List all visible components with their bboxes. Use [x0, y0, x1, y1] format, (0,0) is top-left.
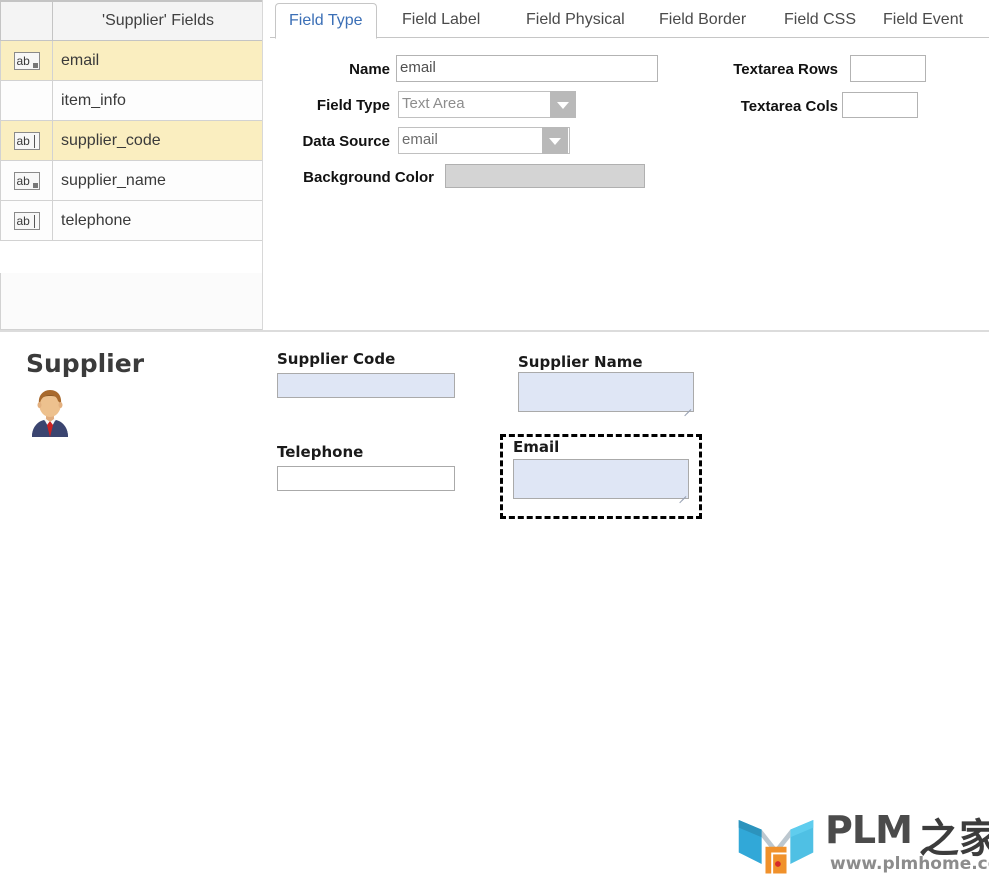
- textfield-icon: ab: [13, 131, 40, 150]
- fields-list-empty-area: [0, 273, 263, 330]
- field-name-email[interactable]: email: [52, 40, 264, 81]
- textarea-cols-label: Textarea Cols: [740, 98, 838, 115]
- watermark-text: PLM: [825, 808, 913, 852]
- watermark-url: www.plmhome.com: [830, 854, 989, 874]
- textarea-icon: ab: [13, 171, 40, 190]
- table-row[interactable]: ab supplier_code: [0, 120, 264, 161]
- data-source-label: Data Source: [302, 133, 390, 150]
- table-row[interactable]: item_info: [0, 80, 264, 121]
- column-header-name: 'Supplier' Fields: [52, 0, 264, 41]
- table-row[interactable]: ab supplier_name: [0, 160, 264, 201]
- fields-table-header-row: 'Supplier' Fields: [0, 0, 264, 41]
- tab-field-type[interactable]: Field Type: [275, 3, 377, 39]
- tab-field-border[interactable]: Field Border: [646, 3, 759, 39]
- row-icon-cell: ab: [0, 120, 53, 161]
- supplier-fields-panel: 'Supplier' Fields ab email item_info ab: [0, 0, 270, 331]
- field-type-tab-content: Name email Field Type Text Area Data Sou…: [270, 38, 989, 330]
- table-row[interactable]: ab email: [0, 40, 264, 81]
- fields-table: 'Supplier' Fields ab email item_info ab: [0, 0, 264, 241]
- preview-label-supplier-code: Supplier Code: [277, 350, 396, 368]
- row-icon-cell: [0, 80, 53, 121]
- plm-home-watermark-logo: PLM 之家 www.plmhome.com: [733, 806, 989, 882]
- tab-field-label[interactable]: Field Label: [389, 3, 493, 39]
- row-icon-cell: ab: [0, 160, 53, 201]
- tab-field-physical[interactable]: Field Physical: [513, 3, 638, 39]
- name-label: Name: [349, 61, 390, 78]
- field-name-supplier-name[interactable]: supplier_name: [52, 160, 264, 201]
- field-name-telephone[interactable]: telephone: [52, 200, 264, 241]
- resize-handle-icon[interactable]: [681, 400, 692, 417]
- row-icon-cell: ab: [0, 40, 53, 81]
- editor-top-area: 'Supplier' Fields ab email item_info ab: [0, 0, 989, 331]
- textfield-icon: ab: [13, 211, 40, 230]
- background-color-swatch[interactable]: [445, 164, 645, 188]
- textarea-rows-label: Textarea Rows: [733, 61, 838, 78]
- textarea-icon: ab: [13, 51, 40, 70]
- table-row[interactable]: ab telephone: [0, 200, 264, 241]
- background-color-label: Background Color: [303, 169, 434, 186]
- preview-textarea-supplier-name[interactable]: [518, 372, 694, 417]
- selected-field-marquee[interactable]: [500, 434, 702, 519]
- preview-input-telephone[interactable]: [277, 466, 455, 491]
- field-name-item-info[interactable]: item_info: [52, 80, 264, 121]
- preview-label-supplier-name: Supplier Name: [518, 353, 643, 371]
- supplier-avatar-icon: [24, 385, 76, 437]
- preview-input-supplier-code[interactable]: [277, 373, 455, 398]
- field-type-chevron-down-icon[interactable]: [550, 91, 576, 118]
- field-name-supplier-code[interactable]: supplier_code: [52, 120, 264, 161]
- data-source-chevron-down-icon[interactable]: [542, 127, 568, 154]
- tab-field-css[interactable]: Field CSS: [771, 3, 869, 39]
- column-header-icon: [0, 0, 53, 41]
- tab-strip: Field Type Field Label Field Physical Fi…: [270, 0, 989, 39]
- tab-field-event[interactable]: Field Event: [870, 3, 976, 39]
- row-icon-cell: ab: [0, 200, 53, 241]
- preview-label-telephone: Telephone: [277, 443, 364, 461]
- field-type-label: Field Type: [316, 97, 390, 114]
- field-property-tab-panel: Field Type Field Label Field Physical Fi…: [270, 0, 989, 331]
- textarea-cols-input[interactable]: [842, 92, 918, 118]
- form-preview-area: Supplier Supplier Code Supplier Name Tel…: [0, 332, 989, 874]
- textarea-rows-input[interactable]: [850, 55, 926, 82]
- name-input[interactable]: email: [396, 55, 658, 82]
- page-title: Supplier: [26, 349, 145, 378]
